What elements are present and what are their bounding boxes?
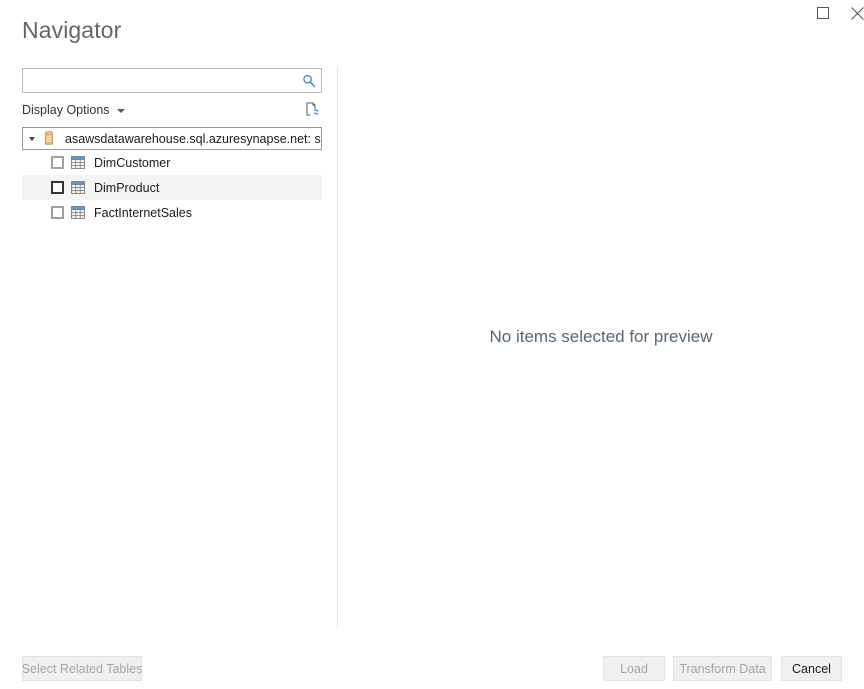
tree-item-label: DimCustomer [94, 155, 171, 170]
tree-item-dimproduct[interactable]: DimProduct [22, 175, 322, 200]
preview-pane: No items selected for preview [338, 56, 864, 628]
checkbox-dimproduct[interactable] [51, 181, 64, 194]
tree-item-label: DimProduct [94, 180, 160, 195]
table-icon [70, 205, 86, 221]
chevron-down-icon [116, 109, 125, 113]
maximize-button[interactable] [806, 0, 840, 26]
refresh-page-icon [306, 102, 319, 116]
display-options-dropdown[interactable]: Display Options [22, 101, 125, 119]
search-box[interactable] [22, 68, 322, 93]
maximize-icon [817, 7, 829, 19]
checkbox-factinternetsales[interactable] [51, 206, 64, 219]
search-button[interactable] [298, 70, 319, 91]
select-related-tables-button[interactable]: Select Related Tables [22, 656, 142, 681]
search-icon [302, 74, 315, 87]
search-input[interactable] [23, 69, 299, 92]
display-options-label: Display Options [22, 103, 110, 117]
dialog-footer: Select Related Tables Load Transform Dat… [0, 628, 864, 689]
tree-root-node[interactable]: asawsdatawarehouse.sql.azuresynapse.net:… [22, 127, 322, 150]
preview-empty-message: No items selected for preview [489, 327, 713, 346]
navigator-left-pane: Display Options asawsdatawarehouse.sql.a… [0, 56, 337, 628]
expander-collapse-icon[interactable] [23, 128, 41, 149]
window-titlebar [0, 0, 864, 30]
transform-data-button[interactable]: Transform Data [673, 656, 772, 681]
tree-item-label: FactInternetSales [94, 205, 192, 220]
tree-item-factinternetsales[interactable]: FactInternetSales [22, 200, 322, 225]
tree-root-label: asawsdatawarehouse.sql.azuresynapse.net:… [65, 131, 321, 146]
navigator-dialog: Navigator Display Options asawsdatawareh… [0, 0, 864, 689]
close-button[interactable] [840, 0, 864, 26]
table-icon [70, 180, 86, 196]
cancel-button[interactable]: Cancel [781, 656, 842, 681]
load-button[interactable]: Load [603, 656, 665, 681]
close-icon [850, 6, 864, 20]
database-icon [41, 131, 57, 147]
page-title: Navigator [22, 17, 122, 43]
checkbox-dimcustomer[interactable] [51, 156, 64, 169]
object-tree: asawsdatawarehouse.sql.azuresynapse.net:… [22, 127, 322, 225]
refresh-button[interactable] [302, 99, 322, 119]
table-icon [70, 155, 86, 171]
tree-item-dimcustomer[interactable]: DimCustomer [22, 150, 322, 175]
